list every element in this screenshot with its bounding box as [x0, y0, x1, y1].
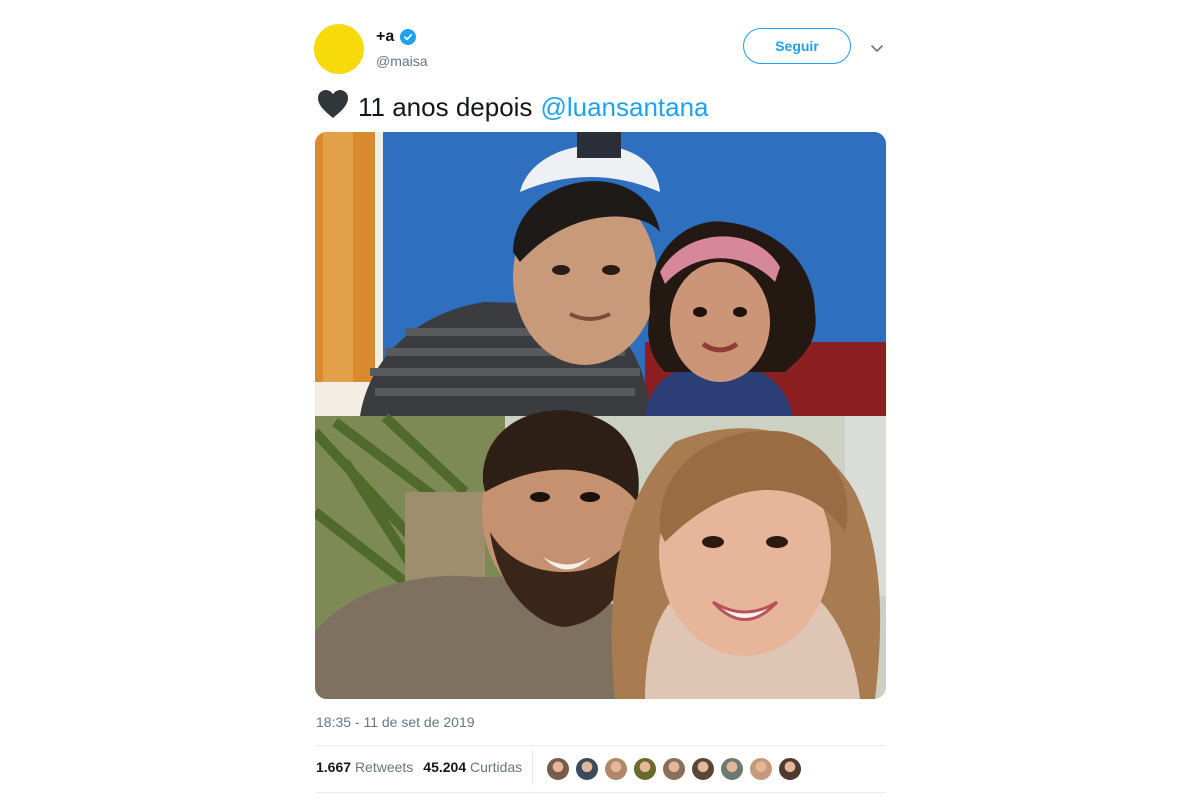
- chevron-down-icon[interactable]: [867, 38, 887, 58]
- follow-button[interactable]: Seguir: [743, 28, 851, 64]
- black-heart-icon: [316, 88, 350, 127]
- retweets-count: 1.667: [316, 759, 352, 775]
- top-photo[interactable]: [315, 132, 886, 416]
- retweets-stat[interactable]: 1.667 Retweets: [316, 759, 413, 775]
- author-avatar[interactable]: [314, 24, 364, 74]
- tweet-text: 11 anos depois @luansantana: [316, 88, 709, 127]
- mention-link[interactable]: @luansantana: [540, 92, 708, 123]
- bottom-photo[interactable]: [315, 410, 886, 699]
- liker-avatar[interactable]: [778, 757, 802, 781]
- stats-bottom-divider: [316, 792, 886, 793]
- liker-avatar[interactable]: [633, 757, 657, 781]
- liker-avatar[interactable]: [749, 757, 773, 781]
- liker-avatars: [546, 757, 802, 781]
- author-name-row[interactable]: +a: [376, 28, 417, 46]
- stats-separator: [532, 750, 533, 786]
- retweets-label: Retweets: [354, 759, 414, 775]
- tweet-media[interactable]: [315, 132, 886, 699]
- author-handle[interactable]: @maisa: [376, 53, 428, 69]
- likes-count: 45.204: [423, 759, 467, 775]
- liker-avatar[interactable]: [720, 757, 744, 781]
- liker-avatar[interactable]: [691, 757, 715, 781]
- likes-stat[interactable]: 45.204 Curtidas: [423, 759, 522, 775]
- liker-avatar[interactable]: [546, 757, 570, 781]
- liker-avatar[interactable]: [575, 757, 599, 781]
- tweet-body-text: 11 anos depois: [358, 92, 533, 122]
- liker-avatar[interactable]: [604, 757, 628, 781]
- liker-avatar[interactable]: [662, 757, 686, 781]
- tweet-page: +a @maisa Seguir 11 anos depois @luansan…: [0, 0, 1200, 800]
- likes-label: Curtidas: [470, 759, 523, 775]
- verified-badge-icon: [400, 29, 417, 45]
- tweet-timestamp[interactable]: 18:35 - 11 de set de 2019: [316, 714, 475, 730]
- tweet-stats: 1.667 Retweets 45.204 Curtidas: [316, 759, 522, 775]
- author-display-name[interactable]: +a: [376, 28, 394, 46]
- stats-top-divider: [316, 745, 886, 746]
